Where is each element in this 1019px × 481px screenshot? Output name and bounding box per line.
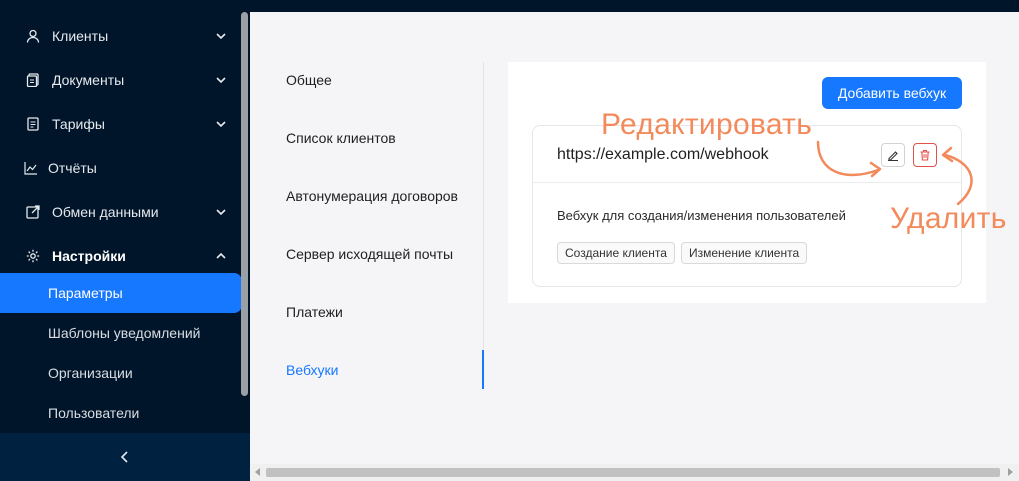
scroll-right-arrow-icon[interactable]	[1008, 468, 1013, 476]
scrollbar-thumb[interactable]	[266, 468, 1000, 477]
arrow-to-edit-head	[869, 161, 882, 178]
annotation-arrows	[816, 140, 973, 206]
arrow-to-delete	[943, 153, 973, 206]
scroll-left-arrow-icon[interactable]	[255, 468, 260, 476]
arrow-to-edit	[816, 140, 880, 177]
horizontal-scrollbar[interactable]	[250, 464, 1019, 481]
